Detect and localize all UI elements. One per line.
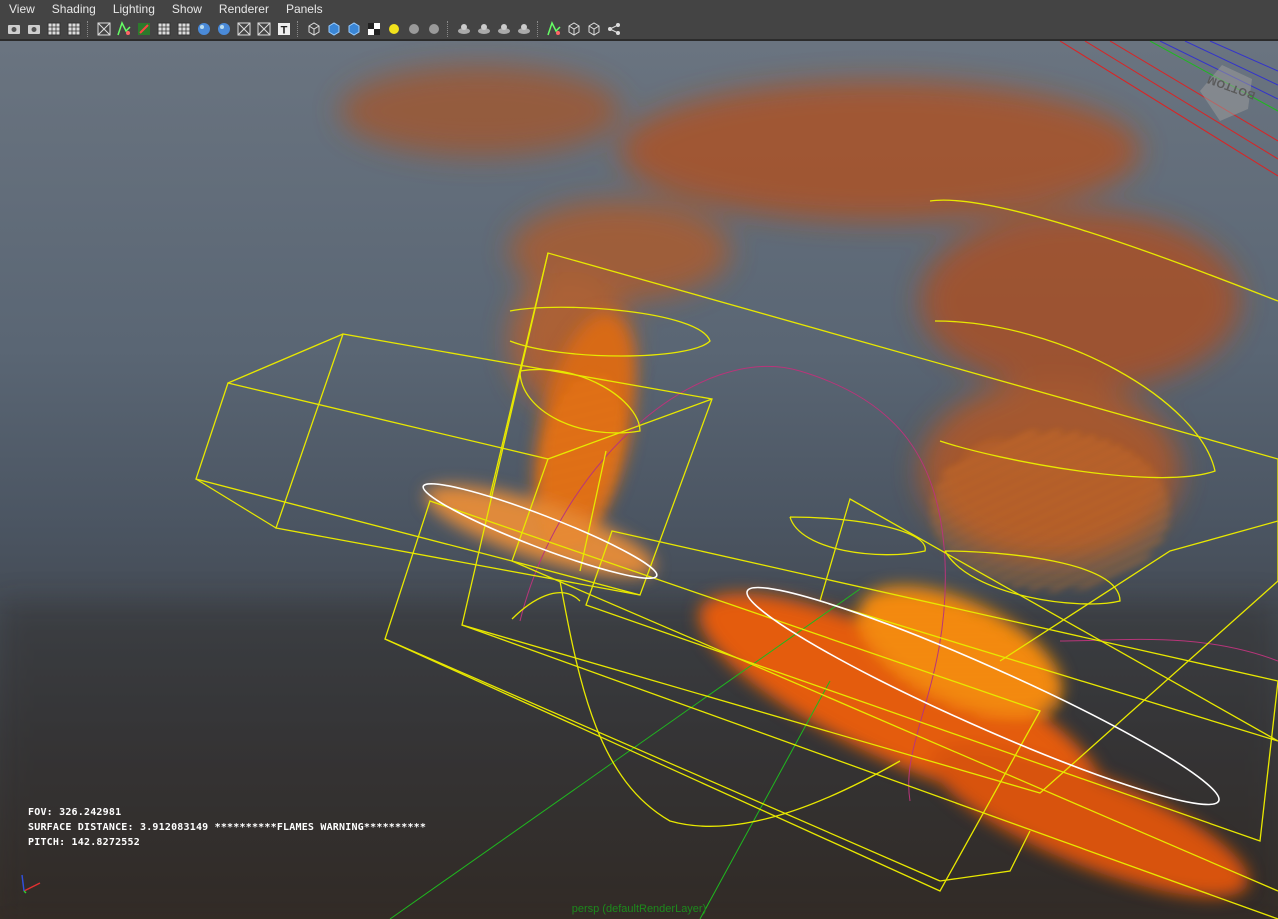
wireframe-icon[interactable]: [156, 21, 172, 37]
camera-label: persp (defaultRenderLayer): [571, 903, 707, 915]
menu-shading[interactable]: Shading: [43, 0, 104, 18]
menu-lighting[interactable]: Lighting: [104, 0, 163, 18]
select-camera-icon[interactable]: [546, 20, 562, 37]
shadows-icon[interactable]: [346, 21, 362, 37]
share-icon[interactable]: [606, 21, 622, 37]
use-lights-icon[interactable]: [386, 21, 402, 37]
toolbar-separator: [537, 20, 541, 37]
viewport-toolbar: T: [0, 18, 1278, 40]
default-light-icon[interactable]: [306, 21, 322, 37]
image-plane-icon[interactable]: [66, 21, 82, 37]
two-panel-icon[interactable]: [586, 21, 602, 37]
3d-viewport[interactable]: BOTTOM FOV: 326.242981 SURFACE DISTANCE:…: [0, 41, 1278, 919]
viewport-menu-bar: View Shading Lighting Show Renderer Panels: [0, 0, 1278, 18]
toolbar-separator: [297, 20, 301, 37]
film-gate-icon[interactable]: [116, 20, 132, 37]
textured-icon[interactable]: T: [276, 21, 292, 37]
menu-panels[interactable]: Panels: [277, 0, 331, 18]
menu-show[interactable]: Show: [163, 0, 210, 18]
xray-icon[interactable]: [216, 21, 232, 37]
resolution-gate-icon[interactable]: [136, 21, 152, 37]
screen-space-icon[interactable]: [496, 21, 512, 37]
multisample-icon[interactable]: [456, 21, 472, 37]
ortho-view-icon[interactable]: [566, 21, 582, 37]
menu-renderer[interactable]: Renderer: [210, 0, 277, 18]
xray-joints-icon[interactable]: [236, 21, 252, 37]
hud-pitch: PITCH: 142.8272552: [28, 837, 140, 848]
bookmarks-icon[interactable]: [46, 21, 62, 37]
smooth-shade-icon[interactable]: [176, 21, 192, 37]
toolbar-separator: [87, 20, 91, 37]
scene-render[interactable]: [0, 41, 1278, 919]
grid-icon[interactable]: [96, 21, 112, 37]
isolate-icon[interactable]: [196, 21, 212, 37]
camera-attributes-icon[interactable]: [26, 21, 42, 37]
all-lights-icon[interactable]: [326, 21, 342, 37]
motion-blur-icon[interactable]: [426, 21, 442, 37]
camera-select-icon[interactable]: [6, 21, 22, 37]
hud-fov: FOV: 326.242981: [28, 807, 122, 818]
toolbar-separator: [447, 20, 451, 37]
depth-of-field-icon[interactable]: [476, 21, 492, 37]
hardware-fog-icon[interactable]: [516, 21, 532, 37]
hud-surface-distance: SURFACE DISTANCE: 3.912083149 **********…: [28, 822, 427, 833]
menu-view[interactable]: View: [0, 0, 43, 18]
ambient-occlusion-icon[interactable]: [406, 21, 422, 37]
svg-text:T: T: [281, 24, 288, 36]
checker-icon[interactable]: [366, 21, 382, 37]
xray-components-icon[interactable]: [256, 21, 272, 37]
